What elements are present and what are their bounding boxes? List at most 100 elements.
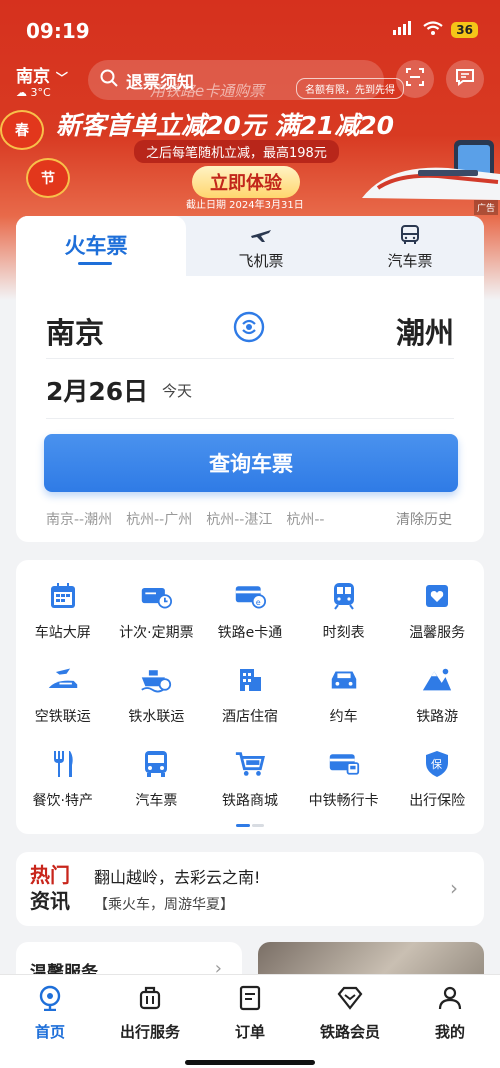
city-label: 南京 — [16, 67, 50, 87]
service-car[interactable]: 约车 — [297, 664, 391, 730]
status-icons: 36 — [393, 20, 478, 39]
divider — [46, 418, 454, 419]
message-icon — [455, 67, 475, 91]
tab-bus-ticket[interactable]: 汽车票 — [336, 216, 484, 276]
news-subtitle: 【乘火车，周游华夏】 — [94, 897, 234, 913]
history-item[interactable]: 南京--潮州 — [46, 509, 112, 529]
wifi-icon — [423, 20, 443, 39]
history-item[interactable]: 杭州--湛江 — [206, 509, 272, 529]
nav-label: 出行服务 — [119, 1023, 180, 1041]
city-selector[interactable]: 南京 ﹀ — [16, 62, 68, 87]
nav-membership[interactable]: 铁路会员 — [300, 985, 400, 1042]
rail-card-icon: e — [234, 580, 266, 612]
tab-active-indicator — [78, 262, 112, 265]
service-label: 约车 — [329, 709, 358, 725]
message-button[interactable] — [446, 60, 484, 98]
order-icon — [237, 985, 263, 1015]
services-grid-card: 车站大屏 计次·定期票 e 铁路e卡通 时刻表 温馨服务 空铁联运 铁水联运 酒… — [16, 560, 484, 834]
lantern-festival-icon: 节 — [26, 158, 70, 198]
luggage-icon — [137, 985, 163, 1015]
scan-icon — [405, 67, 425, 91]
page-dot — [252, 824, 264, 827]
hot-news-logo: 热门 资讯 — [30, 862, 70, 914]
status-time: 09:19 — [26, 19, 90, 43]
promo-deadline: 截止日期 2024年3月31日 — [186, 200, 304, 211]
nav-travel-service[interactable]: 出行服务 — [100, 985, 200, 1042]
service-rail-sea[interactable]: 铁水联运 — [110, 664, 204, 730]
timetable-icon — [328, 580, 360, 612]
station-screen-icon — [47, 580, 79, 612]
departure-date[interactable]: 2月26日 — [46, 372, 148, 408]
swap-stations-button[interactable] — [232, 310, 266, 348]
nav-mine[interactable]: 我的 — [400, 985, 500, 1042]
swap-icon — [232, 311, 266, 348]
ticket-pass-icon — [140, 580, 173, 612]
bottom-nav: 首页 出行服务 订单 铁路会员 我的 — [0, 974, 500, 1068]
query-tickets-button[interactable]: 查询车票 — [44, 434, 458, 492]
care-service-icon — [421, 580, 453, 612]
nav-home[interactable]: 首页 — [0, 985, 100, 1042]
svg-text:保: 保 — [431, 757, 442, 771]
tab-train-label: 火车票 — [64, 234, 128, 258]
divider — [46, 358, 454, 359]
status-bar: 09:19 36 — [0, 0, 500, 60]
grid-page-indicator — [236, 824, 264, 827]
ticket-tabs: 火车票 飞机票 汽车票 — [16, 216, 484, 276]
search-icon — [100, 69, 118, 91]
service-label: 酒店住宿 — [221, 709, 278, 725]
changxing-card-icon — [328, 748, 360, 780]
insurance-icon: 保 — [421, 748, 453, 780]
service-changxing-card[interactable]: 中铁畅行卡 — [297, 748, 391, 814]
tab-flight-label: 飞机票 — [238, 252, 284, 270]
nav-label: 首页 — [34, 1023, 65, 1041]
promo-title: 新客首单立减20元 满21减20 — [56, 111, 395, 140]
clear-history-button[interactable]: 清除历史 — [386, 509, 452, 529]
service-hotel[interactable]: 酒店住宿 — [203, 664, 297, 730]
hotel-icon — [234, 664, 266, 696]
tab-flight-ticket[interactable]: 飞机票 — [186, 216, 336, 276]
weather-temp: 3°C — [30, 86, 51, 99]
home-indicator — [185, 1060, 315, 1065]
ticket-booking-card: 火车票 飞机票 汽车票 南京 潮州 2月26日 今天 查询车票 南京--潮州 杭… — [16, 216, 484, 542]
plane-icon — [249, 224, 273, 250]
nav-label: 铁路会员 — [319, 1023, 380, 1041]
service-rail-tour[interactable]: 铁路游 — [390, 664, 484, 730]
user-icon — [437, 985, 463, 1015]
svg-text:e: e — [256, 598, 261, 607]
promo-subtitle: 之后每笔随机立减，最高198元 — [134, 140, 339, 163]
service-insurance[interactable]: 保 出行保险 — [390, 748, 484, 814]
dining-icon — [47, 748, 79, 780]
tab-train-ticket[interactable]: 火车票 — [16, 216, 186, 276]
service-label: 空铁联运 — [34, 709, 91, 725]
news-title: 翻山越岭，去彩云之南! — [94, 868, 261, 887]
service-ticket-pass[interactable]: 计次·定期票 — [110, 580, 204, 646]
arrival-station[interactable]: 潮州 — [396, 310, 454, 352]
car-icon — [328, 664, 360, 696]
tab-bus-label: 汽车票 — [387, 252, 433, 270]
history-item[interactable]: 杭州-- — [286, 509, 324, 529]
service-rail-card[interactable]: e 铁路e卡通 — [203, 580, 297, 646]
service-care[interactable]: 温馨服务 — [390, 580, 484, 646]
service-label: 餐饮·特产 — [32, 793, 94, 809]
service-label: 铁路游 — [416, 709, 459, 725]
hot-news-card[interactable]: 热门 资讯 翻山越岭，去彩云之南! 【乘火车，周游华夏】 › — [16, 852, 484, 926]
battery-indicator: 36 — [451, 21, 478, 38]
nav-label: 我的 — [434, 1023, 465, 1041]
service-dining[interactable]: 餐饮·特产 — [16, 748, 110, 814]
weather-icon: ☁ — [16, 86, 27, 99]
history-item[interactable]: 杭州--广州 — [126, 509, 192, 529]
mall-cart-icon — [234, 748, 266, 780]
nav-orders[interactable]: 订单 — [200, 985, 300, 1042]
departure-station[interactable]: 南京 — [46, 310, 104, 352]
service-station-screen[interactable]: 车站大屏 — [16, 580, 110, 646]
service-air-rail[interactable]: 空铁联运 — [16, 664, 110, 730]
service-label: 车站大屏 — [34, 625, 91, 641]
rail-sea-icon — [140, 664, 172, 696]
try-now-button[interactable]: 立即体验 — [192, 166, 300, 198]
service-bus-ticket[interactable]: 汽车票 — [110, 748, 204, 814]
lantern-spring-icon: 春 — [0, 110, 44, 150]
service-timetable[interactable]: 时刻表 — [297, 580, 391, 646]
promo-tag: 名额有限，先到先得 — [296, 78, 404, 99]
service-rail-mall[interactable]: 铁路商城 — [203, 748, 297, 814]
signal-icon — [393, 20, 415, 39]
